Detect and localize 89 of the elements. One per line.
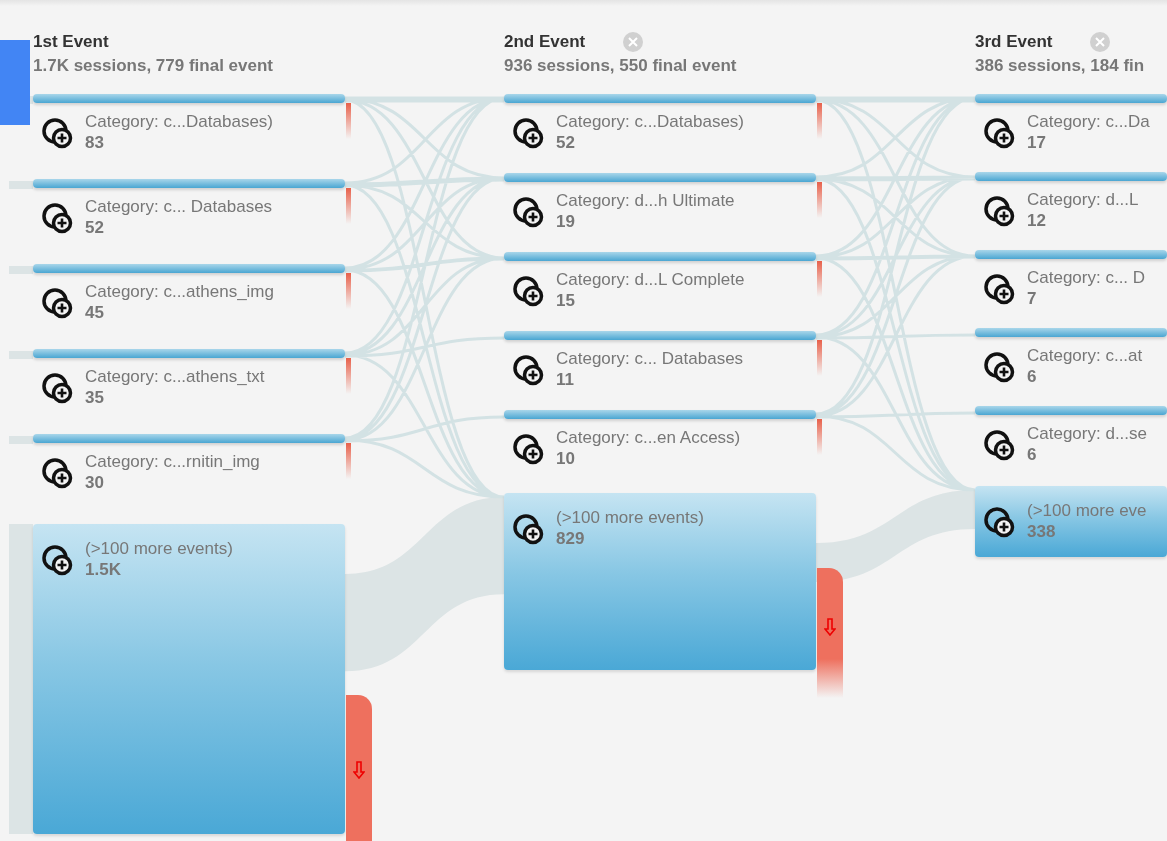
dropoff-bar[interactable] bbox=[817, 261, 822, 297]
node-count: 17 bbox=[1027, 132, 1047, 153]
node-label: Category: c... Databases bbox=[556, 348, 744, 369]
event-node[interactable]: Category: d...se 6 bbox=[975, 406, 1167, 484]
dropoff-bar[interactable] bbox=[817, 568, 843, 698]
event-node[interactable]: Category: c...at 6 bbox=[975, 328, 1167, 406]
node-label: Category: c...rnitin_img bbox=[85, 451, 260, 472]
add-circle-icon[interactable] bbox=[41, 544, 75, 578]
dropoff-bar[interactable] bbox=[346, 273, 351, 309]
dropoff-bar[interactable] bbox=[817, 340, 822, 376]
node-label: Category: c...en Access) bbox=[556, 427, 741, 448]
add-circle-icon[interactable] bbox=[983, 273, 1017, 307]
add-circle-icon[interactable] bbox=[41, 372, 75, 406]
event-node[interactable]: Category: c...athens_img 45 bbox=[33, 264, 345, 349]
node-count: 338 bbox=[1027, 521, 1057, 542]
node-count: 15 bbox=[556, 290, 576, 311]
event-node[interactable]: Category: c... Databases 11 bbox=[504, 331, 816, 410]
node-count: 30 bbox=[85, 472, 105, 493]
add-circle-icon[interactable] bbox=[512, 117, 546, 151]
node-count: 52 bbox=[556, 132, 576, 153]
add-circle-icon[interactable] bbox=[983, 117, 1017, 151]
node-count: 83 bbox=[85, 132, 105, 153]
node-label: Category: c...athens_img bbox=[85, 281, 274, 302]
node-count: 1.5K bbox=[85, 559, 122, 580]
event-node[interactable]: Category: c... D 7 bbox=[975, 250, 1167, 328]
add-circle-icon[interactable] bbox=[41, 117, 75, 151]
add-circle-icon[interactable] bbox=[983, 506, 1017, 540]
node-label: (>100 more events) bbox=[556, 507, 704, 528]
node-label: Category: c...Databases) bbox=[556, 111, 745, 132]
add-circle-icon[interactable] bbox=[41, 287, 75, 321]
add-circle-icon[interactable] bbox=[983, 429, 1017, 463]
node-count: 12 bbox=[1027, 210, 1047, 231]
node-label: Category: c...athens_txt bbox=[85, 366, 265, 387]
node-count: 10 bbox=[556, 448, 576, 469]
add-circle-icon[interactable] bbox=[512, 433, 546, 467]
add-circle-icon[interactable] bbox=[983, 195, 1017, 229]
column-summary: 386 sessions, 184 fin bbox=[975, 56, 1146, 76]
event-node[interactable]: Category: d...L 12 bbox=[975, 172, 1167, 250]
event-node[interactable]: Category: c...Databases) 83 bbox=[33, 94, 345, 179]
node-label: Category: c...at bbox=[1027, 345, 1143, 366]
dropoff-bar[interactable] bbox=[346, 358, 351, 394]
event-node[interactable]: Category: d...L Complete 15 bbox=[504, 252, 816, 331]
add-circle-icon[interactable] bbox=[512, 196, 546, 230]
event-node[interactable]: Category: c... Databases 52 bbox=[33, 179, 345, 264]
column-title: 3rd Event bbox=[975, 32, 1053, 52]
node-label: Category: c...Da bbox=[1027, 111, 1150, 132]
node-label: Category: c... D bbox=[1027, 267, 1146, 288]
more-events-node[interactable]: (>100 more eve 338 bbox=[975, 486, 1167, 557]
dropoff-bar[interactable] bbox=[346, 188, 351, 224]
node-count: 45 bbox=[85, 302, 105, 323]
dropoff-bar[interactable] bbox=[346, 443, 351, 479]
node-label: Category: c...Databases) bbox=[85, 111, 274, 132]
event-node[interactable]: Category: c...Da 17 bbox=[975, 94, 1167, 172]
event-node[interactable]: Category: d...h Ultimate 19 bbox=[504, 173, 816, 252]
node-count: 7 bbox=[1027, 288, 1038, 309]
event-node[interactable]: Category: c...rnitin_img 30 bbox=[33, 434, 345, 519]
dropoff-bar[interactable] bbox=[817, 182, 822, 218]
dropoff-bar[interactable] bbox=[346, 103, 351, 139]
event-node[interactable]: Category: c...Databases) 52 bbox=[504, 94, 816, 173]
add-circle-icon[interactable] bbox=[41, 457, 75, 491]
node-count: 829 bbox=[556, 528, 586, 549]
node-count: 6 bbox=[1027, 366, 1038, 387]
node-label: (>100 more events) bbox=[85, 538, 233, 559]
node-label: Category: d...h Ultimate bbox=[556, 190, 735, 211]
node-count: 6 bbox=[1027, 444, 1038, 465]
column-summary: 936 sessions, 550 final event bbox=[504, 56, 738, 76]
add-circle-icon[interactable] bbox=[512, 513, 546, 547]
column-title: 2nd Event bbox=[504, 32, 586, 52]
node-label: Category: c... Databases bbox=[85, 196, 273, 217]
node-label: Category: d...L bbox=[1027, 189, 1139, 210]
event-node[interactable]: Category: c...athens_txt 35 bbox=[33, 349, 345, 434]
dropoff-bar[interactable] bbox=[817, 419, 822, 455]
node-count: 52 bbox=[85, 217, 105, 238]
event-node[interactable]: Category: c...en Access) 10 bbox=[504, 410, 816, 489]
add-circle-icon[interactable] bbox=[512, 275, 546, 309]
add-circle-icon[interactable] bbox=[41, 202, 75, 236]
node-label: Category: d...se bbox=[1027, 423, 1147, 444]
down-arrow-icon bbox=[824, 618, 836, 636]
node-count: 35 bbox=[85, 387, 105, 408]
column-title: 1st Event bbox=[33, 32, 109, 52]
node-count: 19 bbox=[556, 211, 576, 232]
node-label: (>100 more eve bbox=[1027, 500, 1147, 521]
add-circle-icon[interactable] bbox=[512, 354, 546, 388]
add-circle-icon[interactable] bbox=[983, 351, 1017, 385]
down-arrow-icon bbox=[353, 761, 365, 779]
node-count: 11 bbox=[556, 369, 575, 390]
column-summary: 1.7K sessions, 779 final event bbox=[33, 56, 274, 76]
dropoff-bar[interactable] bbox=[817, 103, 822, 139]
node-label: Category: d...L Complete bbox=[556, 269, 745, 290]
